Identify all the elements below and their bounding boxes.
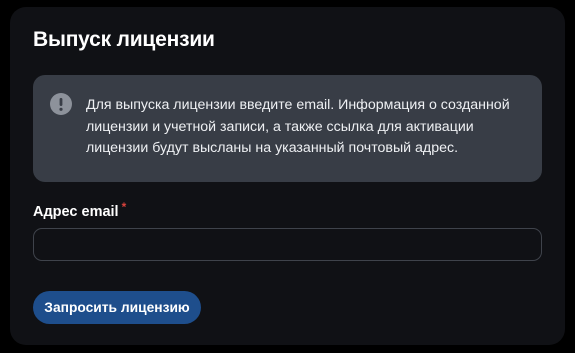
email-label-text: Адрес email (33, 204, 119, 220)
info-message: Для выпуска лицензии введите email. Инфо… (86, 97, 510, 156)
email-input[interactable] (33, 228, 542, 261)
required-mark: * (121, 200, 127, 214)
license-dialog: Выпуск лицензии Для выпуска лицензии вве… (10, 7, 565, 345)
dialog-title: Выпуск лицензии (33, 28, 215, 51)
info-banner: Для выпуска лицензии введите email. Инфо… (33, 75, 542, 182)
request-license-button[interactable]: Запросить лицензию (33, 291, 201, 324)
email-label: Адрес email * (33, 200, 126, 220)
exclamation-circle-icon (50, 93, 72, 115)
